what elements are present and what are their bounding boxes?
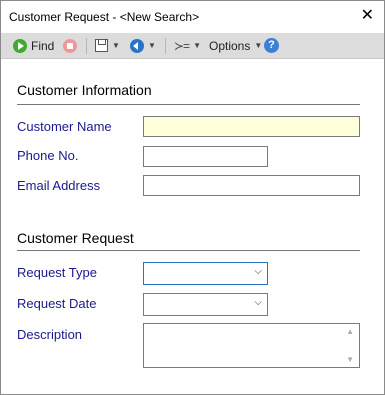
chevron-down-icon: ▼ [112,41,120,50]
chevron-down-icon: ▼ [254,41,263,50]
request-date-dropdown[interactable]: ⌵ [143,293,268,316]
stop-button[interactable] [63,33,77,58]
section-title-customer-request: Customer Request [17,230,134,246]
save-icon [95,39,108,52]
scroll-down-icon[interactable]: ▼ [346,355,354,364]
section-divider [17,250,360,251]
back-icon [130,38,144,53]
list-icon: ≻= [174,38,190,53]
request-type-dropdown[interactable]: ⌵ [143,262,268,285]
customer-name-label: Customer Name [17,119,112,134]
find-button[interactable]: Find [13,33,54,58]
title-bar: Customer Request - <New Search> ✕ [1,1,384,33]
find-label: Find [31,38,55,53]
email-label: Email Address [17,178,101,193]
navigate-button[interactable]: ▼ [130,33,156,58]
description-textarea[interactable]: ▲ ▼ [143,323,360,368]
list-button[interactable]: ≻= ▼ [174,33,201,58]
chevron-down-icon: ⌵ [254,297,262,308]
stop-icon [63,38,77,53]
description-label: Description [17,327,83,342]
section-title-customer-information: Customer Information [17,82,152,98]
options-button[interactable]: Options ▼ [209,33,262,58]
window-title: Customer Request - <New Search> [9,10,200,24]
toolbar-divider [165,38,166,54]
email-field[interactable] [143,175,360,196]
save-button[interactable]: ▼ [95,33,120,58]
help-button[interactable]: ? [264,33,279,58]
request-type-label: Request Type [17,265,97,280]
customer-name-field[interactable] [143,116,360,137]
help-icon: ? [264,38,279,53]
section-divider [17,104,360,105]
customer-request-window: Customer Request - <New Search> ✕ Find ▼… [0,0,385,395]
play-icon [13,38,27,53]
request-date-label: Request Date [17,296,97,311]
chevron-down-icon: ▼ [148,41,156,50]
chevron-down-icon: ▼ [193,41,201,50]
phone-label: Phone No. [17,148,79,163]
chevron-down-icon: ⌵ [254,266,262,277]
close-icon[interactable]: ✕ [361,7,374,25]
scroll-up-icon[interactable]: ▲ [346,327,354,336]
toolbar-divider [86,38,87,54]
options-label: Options [209,38,251,53]
phone-field[interactable] [143,146,268,167]
toolbar: Find ▼ ▼ ≻= ▼ Options ▼ ? [1,33,384,59]
